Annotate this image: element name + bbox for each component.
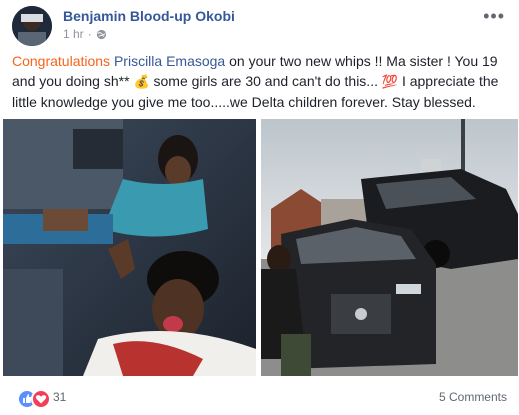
- author-name[interactable]: Benjamin Blood-up Okobi: [63, 8, 235, 24]
- love-icon[interactable]: [31, 389, 51, 409]
- post-meta: 1 hr ·: [63, 27, 107, 41]
- more-icon[interactable]: •••: [483, 6, 505, 27]
- selfie-image: [3, 119, 256, 376]
- post-text-part2: some girls are 30 and can't do this...: [149, 73, 382, 89]
- photo-selfie[interactable]: [3, 119, 256, 376]
- facebook-post: Benjamin Blood-up Okobi 1 hr · ••• Congr…: [0, 0, 519, 415]
- comments-link[interactable]: 5 Comments: [439, 390, 507, 404]
- hundred-emoji: 💯: [381, 74, 399, 89]
- reaction-count[interactable]: 31: [53, 390, 66, 404]
- author-avatar[interactable]: [12, 6, 52, 46]
- post-footer: 31 5 Comments: [0, 378, 519, 415]
- post-time[interactable]: 1 hr: [63, 27, 84, 41]
- cars-image: [261, 119, 518, 376]
- post-text: Congratulations Priscilla Emasoga on you…: [12, 51, 512, 112]
- photo-cars[interactable]: [261, 119, 518, 376]
- globe-icon: [96, 29, 106, 39]
- money-bag-emoji: 💰: [133, 74, 150, 89]
- hashtag-congratulations[interactable]: Congratulations: [12, 53, 110, 69]
- avatar-image: [12, 6, 52, 46]
- mention-priscilla[interactable]: Priscilla Emasoga: [114, 53, 225, 69]
